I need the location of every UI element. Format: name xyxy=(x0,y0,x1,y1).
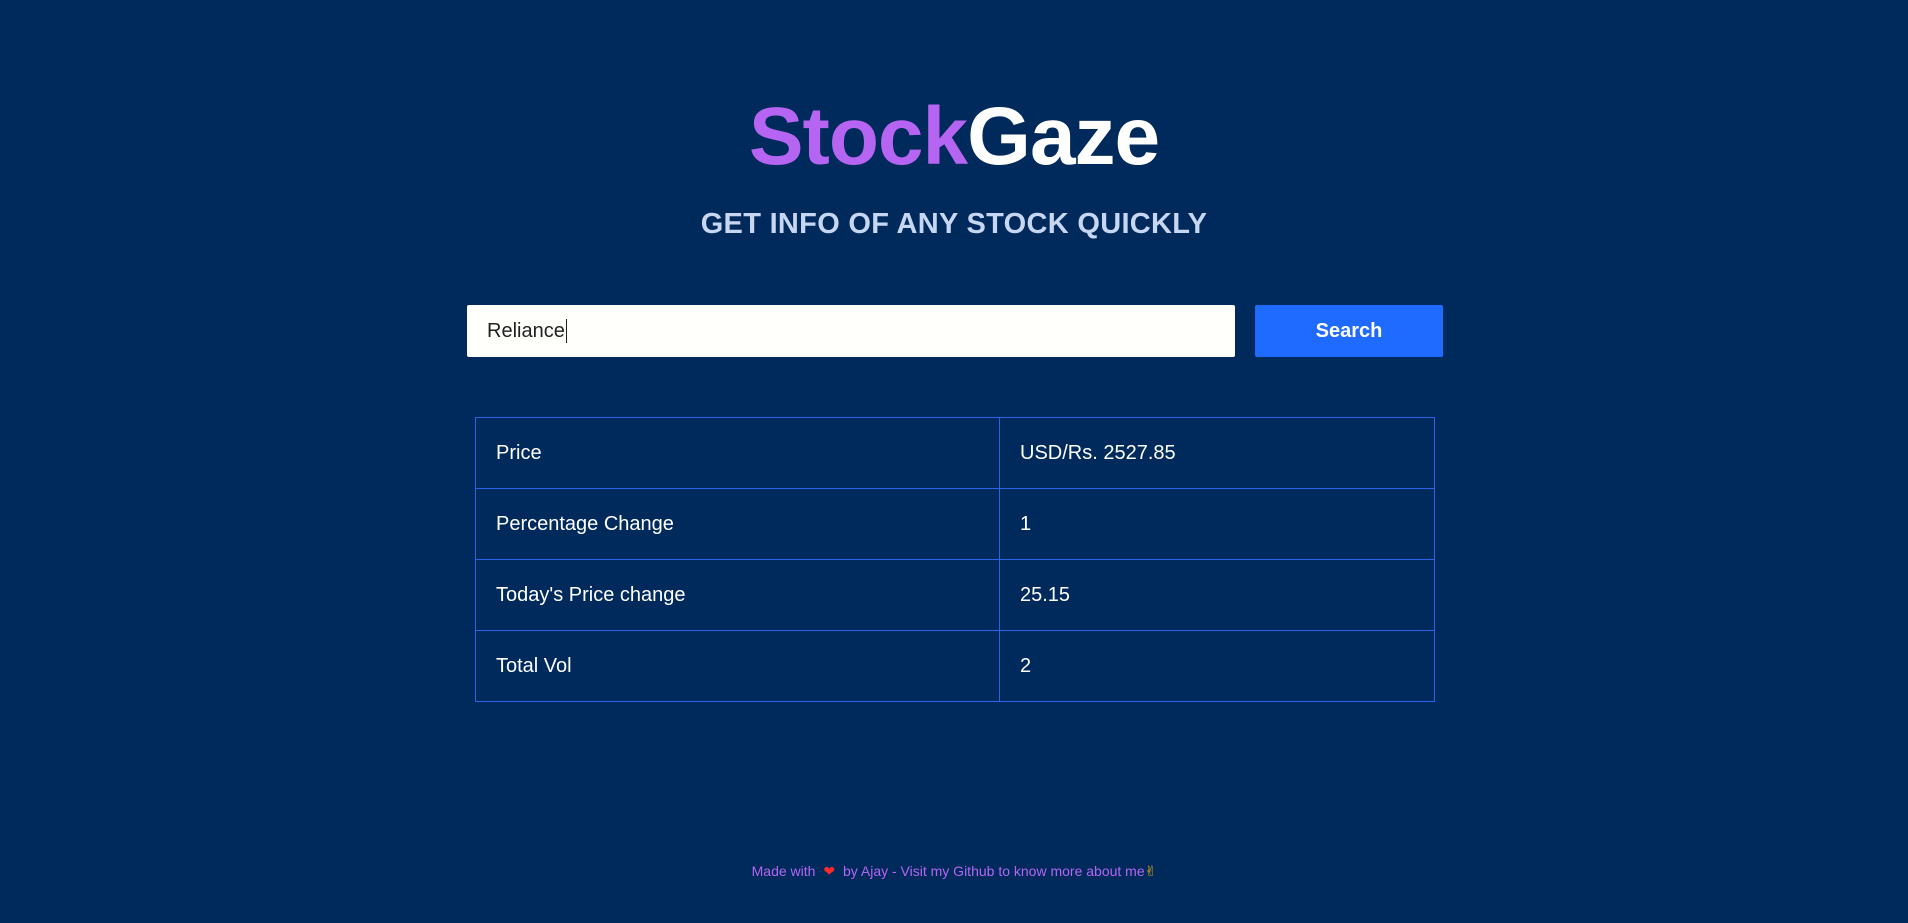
row-label: Total Vol xyxy=(475,630,1000,702)
row-value: 25.15 xyxy=(999,559,1435,631)
logo-gaze: Gaze xyxy=(967,91,1160,182)
row-label: Percentage Change xyxy=(475,488,1000,560)
tagline: GET INFO OF ANY STOCK QUICKLY xyxy=(700,208,1208,240)
logo-stock: Stock xyxy=(748,91,968,182)
victory-hand-icon: ✌ xyxy=(1144,863,1157,879)
footer-github-link[interactable]: by Ajay - Visit my Github to know more a… xyxy=(843,863,1145,879)
table-row: Price USD/Rs. 2527.85 xyxy=(475,417,1435,489)
footer: Made with ❤ by Ajay - Visit my Github to… xyxy=(0,863,1908,880)
table-row: Percentage Change 1 xyxy=(475,488,1435,560)
footer-prefix: Made with xyxy=(751,863,816,879)
search-button[interactable]: Search xyxy=(1255,305,1443,357)
row-value: 1 xyxy=(999,488,1435,560)
table-row: Today's Price change 25.15 xyxy=(475,559,1435,631)
heart-icon: ❤ xyxy=(823,863,836,879)
search-input-value: Reliance xyxy=(487,319,565,342)
page: StockGaze GET INFO OF ANY STOCK QUICKLY … xyxy=(0,0,1908,923)
row-label: Price xyxy=(475,417,1000,489)
row-value: 2 xyxy=(999,630,1435,702)
stock-info-table: Price USD/Rs. 2527.85 Percentage Change … xyxy=(475,417,1435,702)
row-value: USD/Rs. 2527.85 xyxy=(999,417,1435,489)
table-row: Total Vol 2 xyxy=(475,630,1435,702)
row-label: Today's Price change xyxy=(475,559,1000,631)
logo: StockGaze xyxy=(0,96,1908,178)
text-caret xyxy=(565,319,567,343)
search-input[interactable]: Reliance xyxy=(467,305,1235,357)
